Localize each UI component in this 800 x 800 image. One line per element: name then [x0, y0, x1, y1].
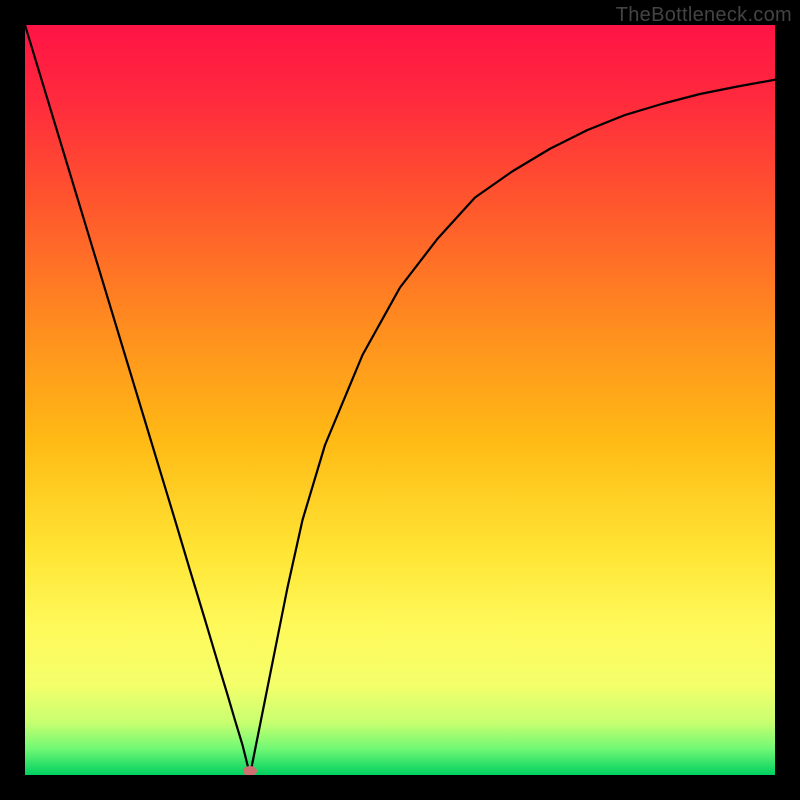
watermark-text: TheBottleneck.com — [616, 4, 792, 27]
plot-area — [25, 25, 775, 775]
plot-svg — [25, 25, 775, 775]
chart-frame: TheBottleneck.com — [0, 0, 800, 800]
